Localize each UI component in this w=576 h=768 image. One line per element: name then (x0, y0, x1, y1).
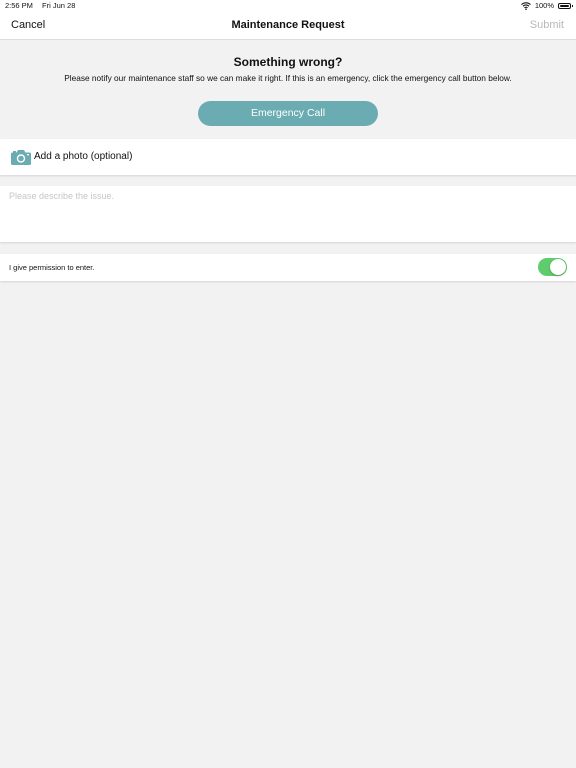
page-title: Maintenance Request (231, 19, 345, 31)
status-time: 2:56 PM (5, 1, 33, 10)
toggle-knob (550, 259, 566, 275)
permission-label: I give permission to enter. (9, 263, 95, 272)
battery-icon (558, 3, 573, 9)
status-bar: 2:56 PM Fri Jun 28 100% (0, 0, 576, 12)
permission-row: I give permission to enter. (0, 254, 576, 281)
camera-icon (11, 149, 31, 165)
navigation-bar: Cancel Maintenance Request Submit (0, 12, 576, 40)
intro-heading: Something wrong? (233, 55, 343, 69)
intro-message: Please notify our maintenance staff so w… (64, 73, 512, 83)
permission-toggle[interactable] (538, 258, 567, 276)
emergency-call-button[interactable]: Emergency Call (198, 101, 378, 126)
status-left: 2:56 PM Fri Jun 28 (5, 0, 75, 12)
wifi-icon (520, 2, 531, 10)
issue-description-input[interactable] (0, 186, 576, 242)
description-card (0, 186, 576, 242)
add-photo-row[interactable]: Add a photo (optional) (0, 139, 576, 175)
add-photo-label: Add a photo (optional) (34, 151, 133, 162)
battery-percent: 100% (534, 1, 554, 10)
status-date: Fri Jun 28 (42, 1, 76, 10)
status-right: 100% (520, 0, 573, 12)
cancel-button[interactable]: Cancel (11, 12, 45, 39)
battery-fill (560, 5, 569, 7)
submit-button[interactable]: Submit (530, 12, 564, 39)
